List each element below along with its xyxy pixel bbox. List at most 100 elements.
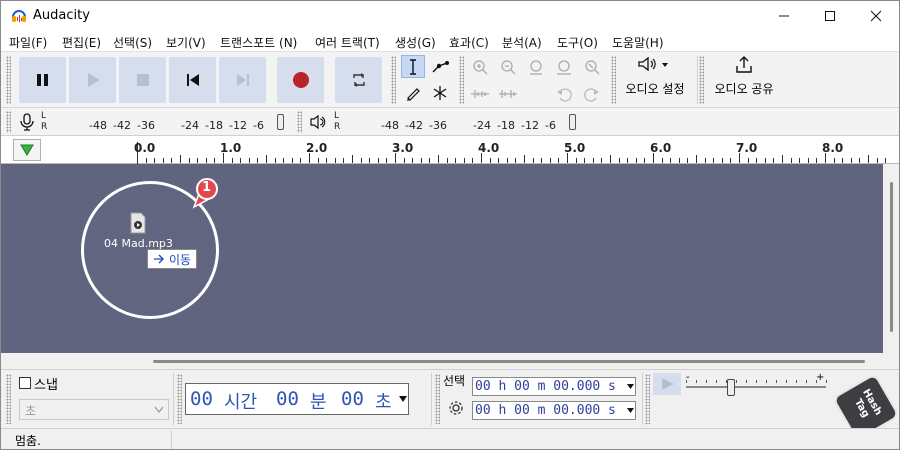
ruler-minor-tick [756, 158, 758, 163]
undo-button[interactable] [551, 82, 577, 106]
tools-grip[interactable] [391, 56, 396, 104]
status-bar: 멈춤. [1, 428, 899, 449]
menu-edit[interactable]: 편집(E) [62, 34, 101, 51]
ruler-minor-tick [704, 158, 706, 163]
fit-project-button[interactable] [551, 55, 577, 79]
record-meter-grip[interactable] [6, 111, 11, 133]
menu-analyze[interactable]: 분석(A) [502, 34, 542, 51]
play-meter-right-label: R [334, 122, 341, 132]
silence-button[interactable] [495, 82, 521, 106]
ruler-major-tick [223, 153, 224, 163]
timeline-options-button[interactable] [13, 139, 41, 161]
snap-checkbox[interactable] [19, 377, 31, 389]
menu-help[interactable]: 도움말(H) [612, 34, 664, 51]
play-button[interactable] [69, 57, 116, 103]
selection-tool-button[interactable] [401, 55, 425, 78]
ruler-minor-tick [205, 158, 207, 163]
stop-button[interactable] [119, 57, 166, 103]
time-grip[interactable] [177, 374, 182, 424]
ruler-minor-tick [463, 158, 465, 163]
ruler-minor-tick [446, 158, 448, 163]
snap-grip[interactable] [6, 374, 11, 424]
ruler-minor-tick [661, 158, 663, 163]
snap-unit-select[interactable]: 초 [19, 399, 169, 420]
snap-unit-value: 초 [25, 404, 37, 418]
menu-tracks[interactable]: 여러 트랙(T) [315, 34, 380, 51]
record-meter-tick: -24 [181, 119, 199, 132]
skip-to-start-button[interactable] [169, 57, 216, 103]
edit-grip[interactable] [459, 56, 464, 104]
selection-grip[interactable] [435, 374, 440, 424]
audio-setup-button[interactable]: 오디오 설정 [619, 55, 691, 105]
stop-icon [136, 74, 149, 86]
track-area[interactable]: 04 Mad.mp3 이동 1 [1, 164, 883, 353]
selection-start-field[interactable]: 00 h 00 m 00.000 s [472, 377, 636, 396]
record-button[interactable] [277, 57, 324, 103]
ruler-minor-tick [868, 155, 869, 163]
draw-tool-button[interactable] [401, 81, 425, 104]
menu-file[interactable]: 파일(F) [9, 34, 47, 51]
menu-select[interactable]: 선택(S) [113, 34, 152, 51]
microphone-icon[interactable] [19, 113, 35, 131]
share-grip[interactable] [699, 56, 704, 104]
time-seconds: 00 [341, 388, 364, 410]
selection-end-field[interactable]: 00 h 00 m 00.000 s [472, 401, 636, 420]
record-meter-tick: -12 [229, 119, 247, 132]
loop-button[interactable] [335, 57, 382, 103]
playback-meter[interactable]: -48 -42 -36 -24 -18 -12 -6 [345, 111, 581, 133]
menu-tools[interactable]: 도구(O) [557, 34, 598, 51]
envelope-tool-button[interactable] [428, 55, 452, 78]
fit-selection-button[interactable] [523, 55, 549, 79]
selection-end-dropdown-icon[interactable] [627, 408, 634, 413]
ruler-minor-tick [575, 158, 577, 163]
vertical-scrollbar[interactable] [883, 164, 899, 353]
minimize-button[interactable] [761, 1, 807, 31]
horizontal-scroll-thumb[interactable] [153, 360, 865, 363]
toolbar-grip[interactable] [6, 56, 11, 104]
silence-icon [499, 90, 517, 98]
menu-transport[interactable]: 트랜스포트 (N) [220, 34, 297, 51]
play-meter-grip[interactable] [297, 111, 302, 133]
play-at-speed-button[interactable] [653, 373, 681, 395]
share-audio-button[interactable]: 오디오 공유 [707, 55, 781, 105]
gear-icon[interactable] [448, 400, 464, 416]
pause-button[interactable] [19, 57, 66, 103]
record-meter-slider[interactable] [277, 114, 284, 130]
skip-to-end-button[interactable] [219, 57, 266, 103]
speed-slider-thumb[interactable] [726, 379, 735, 396]
ruler-minor-tick [472, 158, 474, 163]
vertical-scroll-thumb[interactable] [890, 182, 893, 332]
meter-bar: L R -48 -42 -36 -24 -18 -12 -6 L R -48 -… [1, 108, 899, 136]
multi-tool-button[interactable] [428, 81, 452, 104]
selection-toolbar: 스냅 초 00 시간 00 분 00 초 선택 00 h 00 m 00.000… [1, 369, 899, 442]
zoom-toggle-button[interactable] [579, 55, 605, 79]
maximize-button[interactable] [807, 1, 853, 31]
speed-slider-track[interactable] [686, 386, 826, 388]
selection-start-dropdown-icon[interactable] [627, 384, 634, 389]
ruler-minor-tick [558, 158, 560, 163]
time-format-dropdown-icon[interactable] [399, 396, 407, 402]
horizontal-scrollbar[interactable] [1, 353, 899, 369]
ruler-major-tick [309, 153, 310, 163]
menu-view[interactable]: 보기(V) [166, 34, 206, 51]
ruler-major-tick [395, 153, 396, 163]
trim-button[interactable] [467, 82, 493, 106]
ruler-minor-tick [833, 158, 835, 163]
time-display[interactable]: 00 시간 00 분 00 초 [185, 383, 409, 415]
play-speed-grip[interactable] [645, 374, 650, 424]
ruler-minor-tick [524, 155, 525, 163]
zoom-in-button[interactable] [467, 55, 493, 79]
watermark-text: Hash Tag [851, 387, 884, 420]
speaker-icon[interactable] [309, 114, 327, 130]
menu-effect[interactable]: 효과(C) [449, 34, 489, 51]
menu-generate[interactable]: 생성(G) [395, 34, 436, 51]
timeline-ruler[interactable]: 0.0 1.0 2.0 3.0 4.0 5.0 6.0 7.0 8.0 [1, 136, 899, 164]
time-seconds-unit: 초 [375, 392, 392, 413]
record-meter[interactable]: -48 -42 -36 -24 -18 -12 -6 [53, 111, 289, 133]
playback-meter-slider[interactable] [569, 114, 576, 130]
zoom-out-button[interactable] [495, 55, 521, 79]
ruler-minor-tick [326, 158, 328, 163]
audio-setup-grip[interactable] [611, 56, 616, 104]
close-button[interactable] [853, 1, 899, 31]
redo-button[interactable] [579, 82, 605, 106]
